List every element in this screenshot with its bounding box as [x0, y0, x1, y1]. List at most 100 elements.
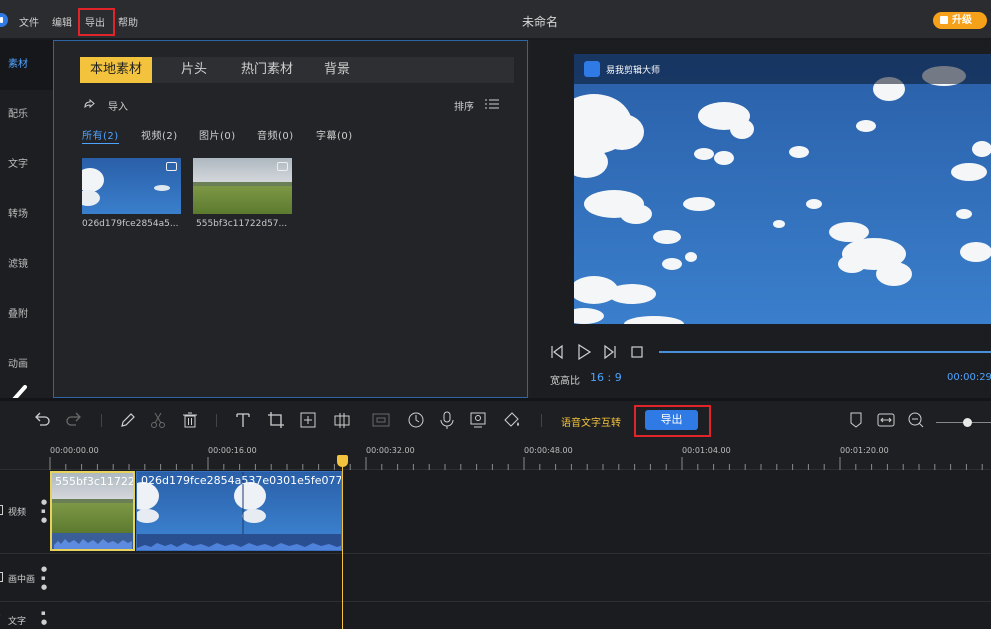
zoom-out-icon[interactable] [906, 410, 926, 430]
previous-frame-icon[interactable] [549, 344, 565, 360]
track-label: 视频 [8, 508, 27, 518]
sidebar-item-filter[interactable]: 滤镜 [0, 240, 54, 290]
watermark-bar: 易我剪辑大师 [574, 54, 991, 84]
tab-intro[interactable]: 片头 [166, 57, 222, 83]
clip-name: 555bf3c11722d [55, 475, 135, 488]
filter-video[interactable]: 视频(2) [141, 127, 178, 142]
timeline-clip-field[interactable]: 555bf3c11722d [50, 471, 135, 551]
text-track-icon: ᐟ [0, 614, 1, 624]
preview-panel: 易我剪辑大师 宽高比 16 : 9 00:00:29 [531, 40, 991, 398]
image-stamp-icon[interactable] [468, 410, 488, 430]
timeline-tracks: 视频 ●▪● 画中画 ●▪● ᐟ 文字 ▪● 555bf3c11722d [0, 470, 991, 629]
tab-background[interactable]: 背景 [312, 57, 362, 83]
media-item-label: 026d179fce2854a5... [82, 219, 179, 229]
menu-help[interactable]: 帮助 [118, 14, 138, 29]
zoom-slider-handle[interactable] [963, 418, 972, 427]
media-thumbnail-sky[interactable] [82, 158, 181, 214]
menu-file[interactable]: 文件 [19, 14, 39, 29]
toolbar-divider [101, 414, 102, 427]
pencil-icon[interactable] [118, 410, 138, 430]
media-tabbar: 本地素材 片头 热门素材 背景 [80, 57, 514, 83]
clip-name: 026d179fce2854a537e0301e5fe077f.r [141, 474, 342, 487]
stop-icon[interactable] [629, 344, 645, 360]
toolbar-divider [541, 414, 542, 427]
media-library-panel: 本地素材 片头 热门素材 背景 导入 排序 所有(2) 视频(2) 图片(0) … [53, 40, 528, 398]
timeline-ruler[interactable]: 00:00:00.00 00:00:16.00 00:00:32.00 00:0… [0, 439, 991, 470]
import-icon [84, 99, 95, 109]
aspect-ratio-label: 宽高比 [550, 376, 580, 387]
tick-label: 00:00:48.00 [524, 446, 573, 455]
export-button[interactable]: 导出 [645, 410, 698, 430]
text-tool-icon[interactable] [233, 410, 253, 430]
tick-label: 00:01:04.00 [682, 446, 731, 455]
tick-label: 00:00:32.00 [366, 446, 415, 455]
track-header-pip: 画中画 ● ▪ ● [0, 565, 50, 595]
toolbar-divider [216, 414, 217, 427]
menu-edit[interactable]: 编辑 [52, 14, 72, 29]
sidebar-item-animation[interactable]: 动画 [0, 340, 54, 390]
delete-icon[interactable] [180, 410, 200, 430]
redo-icon[interactable] [64, 410, 84, 430]
crop-icon[interactable] [266, 410, 286, 430]
sort-label: 排序 [454, 102, 474, 113]
playhead-line [342, 460, 343, 629]
speech-to-text-button[interactable]: 语音文字互转 [561, 414, 621, 429]
aspect-ratio-value[interactable]: 16 : 9 [590, 371, 622, 384]
track-separator [0, 601, 991, 602]
timeline-clip-sky[interactable]: 026d179fce2854a537e0301e5fe077f.r [136, 471, 342, 551]
video-track-icon [0, 505, 3, 515]
edit-toolbar: 语音文字互转 导出 [0, 401, 991, 439]
playback-progress-bar[interactable] [659, 351, 991, 353]
fit-timeline-icon[interactable] [876, 410, 896, 430]
sky-video-frame [574, 54, 991, 324]
upgrade-button[interactable]: 升级 [933, 12, 987, 29]
sort-button[interactable]: 排序 [454, 98, 499, 113]
track-header-text: ᐟ 文字 ▪● [0, 609, 50, 629]
playhead-handle[interactable] [337, 455, 348, 467]
filter-all[interactable]: 所有(2) [82, 127, 119, 144]
tick-label: 00:01:20.00 [840, 446, 889, 455]
marker-icon[interactable] [846, 410, 866, 430]
track-controls-icon[interactable]: ● ▪ ● [41, 565, 47, 592]
next-frame-icon[interactable] [602, 344, 618, 360]
import-label: 导入 [108, 102, 128, 113]
window-title: 未命名 [521, 15, 558, 29]
upgrade-label: 升级 [952, 15, 972, 26]
tick-label: 00:00:00.00 [50, 446, 99, 455]
menu-export-highlight [78, 8, 115, 36]
watermark-logo-icon [584, 61, 600, 77]
play-icon[interactable] [576, 344, 592, 360]
left-sidebar: 素材 配乐 文字 转场 滤镜 叠附 动画 [0, 40, 54, 425]
sidebar-item-transition[interactable]: 转场 [0, 190, 54, 240]
zoom-region-icon[interactable] [298, 410, 318, 430]
tick-label: 00:00:16.00 [208, 446, 257, 455]
tab-hot-material[interactable]: 热门素材 [228, 57, 306, 83]
freeze-frame-icon[interactable] [371, 410, 391, 430]
sidebar-item-text[interactable]: 文字 [0, 140, 54, 190]
watermark-text: 易我剪辑大师 [606, 66, 661, 76]
track-separator [0, 553, 991, 554]
undo-icon[interactable] [32, 410, 52, 430]
current-time: 00:00:29 [947, 372, 991, 383]
sort-list-icon [485, 99, 499, 109]
sidebar-item-music[interactable]: 配乐 [0, 90, 54, 140]
filter-subtitle[interactable]: 字幕(0) [316, 127, 353, 142]
duration-clock-icon[interactable] [406, 410, 426, 430]
microphone-icon[interactable] [437, 410, 457, 430]
track-controls-icon[interactable]: ▪ ● [41, 609, 47, 627]
filter-audio[interactable]: 音频(0) [257, 127, 294, 142]
media-thumbnail-field[interactable] [193, 158, 292, 214]
paint-bucket-icon[interactable] [502, 410, 522, 430]
lock-icon [940, 16, 948, 24]
sidebar-item-overlay[interactable]: 叠附 [0, 290, 54, 340]
video-preview[interactable]: 易我剪辑大师 [574, 54, 991, 324]
app-logo-icon [0, 13, 8, 27]
track-controls-icon[interactable]: ● ▪ ● [41, 498, 47, 525]
scissors-icon[interactable] [148, 410, 168, 430]
video-badge-icon [166, 162, 177, 171]
sidebar-item-material[interactable]: 素材 [0, 40, 54, 90]
tab-local-material[interactable]: 本地素材 [80, 57, 152, 83]
video-badge-icon [277, 162, 288, 171]
filter-image[interactable]: 图片(0) [199, 127, 236, 142]
mosaic-icon[interactable] [332, 410, 352, 430]
